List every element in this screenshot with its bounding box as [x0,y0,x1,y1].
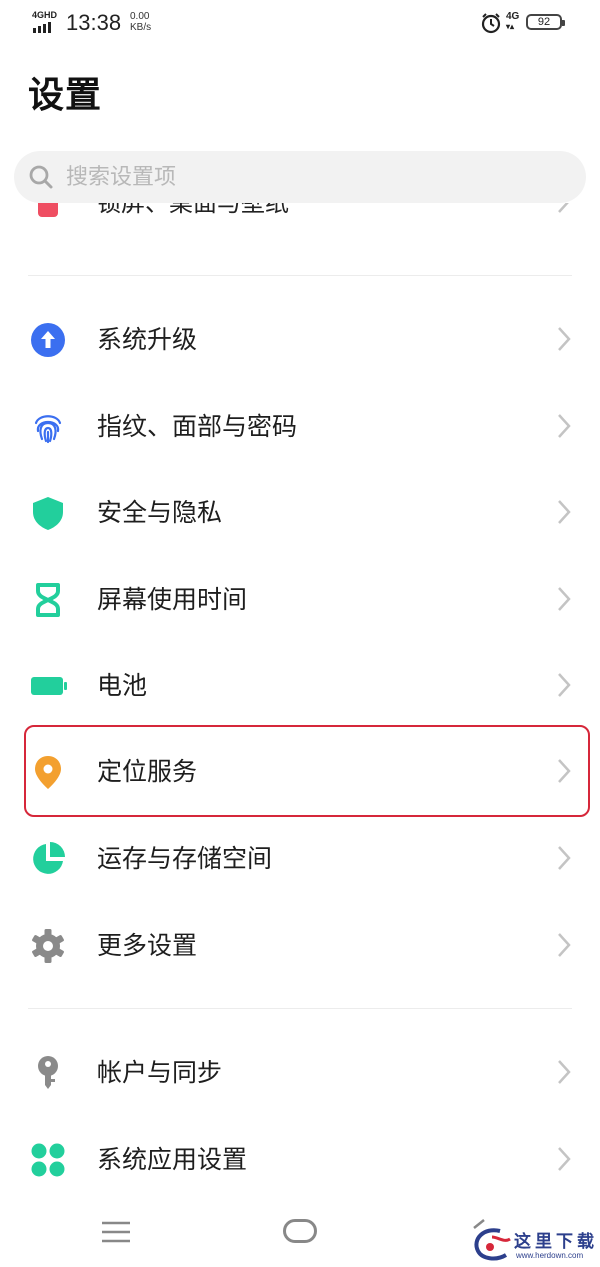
section-divider [28,275,572,276]
battery-indicator: 92 [526,14,565,30]
search-input[interactable] [66,151,566,203]
wallpaper-icon [38,203,58,217]
watermark-emblem-icon [474,1228,511,1261]
chevron-right-icon [558,327,571,351]
search-icon [29,165,53,189]
settings-item-accounts-sync[interactable]: 帐户与同步 [0,1030,600,1116]
storage-pie-icon [33,842,65,874]
chevron-right-icon [558,933,571,957]
chevron-right-icon [558,587,571,611]
settings-item-label: 系统升级 [97,325,198,354]
search-bar[interactable] [14,151,586,203]
watermark-logo: 这里下载 www.herdown.com [470,1225,600,1267]
settings-item-label: 锁屏、桌面与壁纸 [97,203,289,217]
gear-icon [32,929,64,963]
watermark-url: www.herdown.com [516,1251,584,1260]
settings-item-storage[interactable]: 运存与存储空间 [0,816,600,902]
chevron-right-icon [558,414,571,438]
signal-icon: 4GHD [32,10,58,34]
menu-icon[interactable] [100,1220,132,1244]
network-speed-value: 0.00 [130,11,150,22]
key-icon [38,1056,58,1089]
apps-grid-icon [31,1143,65,1177]
system-update-icon [31,323,65,357]
network-type-label: 4GHD [32,10,58,20]
settings-item-label: 安全与隐私 [97,498,223,527]
alarm-icon [481,13,501,34]
status-bar: 4GHD 13:38 0.00 KB/s 4G ▾▴ 92 [0,0,600,48]
settings-item-more-settings[interactable]: 更多设置 [0,903,600,989]
battery-icon [31,677,67,695]
highlight-box [24,725,590,817]
settings-item-label: 屏幕使用时间 [97,585,248,614]
network-speed: 0.00 KB/s [130,11,151,33]
settings-item-label: 指纹、面部与密码 [97,412,298,441]
chevron-right-icon [558,500,571,524]
watermark-text: 这里下载 [514,1232,598,1252]
shield-icon [33,497,63,530]
home-button[interactable] [283,1219,317,1243]
settings-item-fingerprint[interactable]: 指纹、面部与密码 [0,384,600,470]
settings-item-label: 运存与存储空间 [97,844,273,873]
settings-item-label: 更多设置 [97,931,198,960]
mobile-data-indicator: 4G ▾▴ [506,11,520,32]
settings-item-label: 电池 [97,671,148,700]
chevron-right-icon [558,203,569,213]
settings-item-label: 帐户与同步 [97,1058,223,1087]
settings-item-security-privacy[interactable]: 安全与隐私 [0,470,600,556]
page-title: 设置 [28,75,103,116]
settings-item-wallpaper[interactable]: 锁屏、桌面与壁纸 [0,203,600,233]
fingerprint-icon [34,415,62,444]
section-divider [28,1008,572,1009]
hourglass-icon [36,583,60,617]
chevron-right-icon [558,673,571,697]
network-speed-unit: KB/s [130,22,152,33]
settings-item-system-update[interactable]: 系统升级 [0,297,600,383]
status-time: 13:38 [66,10,122,35]
chevron-right-icon [558,1060,571,1084]
settings-item-screen-time[interactable]: 屏幕使用时间 [0,557,600,643]
settings-item-system-apps[interactable]: 系统应用设置 [0,1117,600,1203]
settings-item-label: 系统应用设置 [97,1145,248,1174]
chevron-right-icon [558,846,571,870]
mobile-data-label: 4G [506,11,520,22]
battery-level: 92 [537,16,551,28]
chevron-right-icon [558,1147,571,1171]
settings-item-battery[interactable]: 电池 [0,643,600,729]
